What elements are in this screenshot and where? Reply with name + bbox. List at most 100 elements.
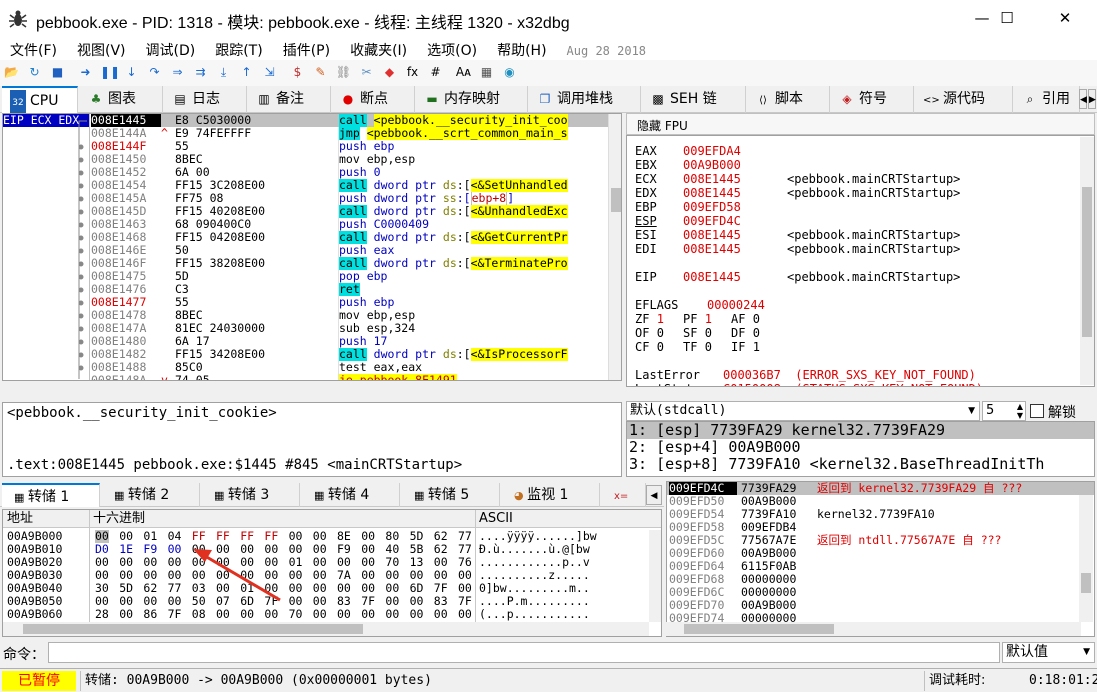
flag[interactable]: OF 0 xyxy=(635,326,683,340)
unlock-checkbox[interactable] xyxy=(1030,404,1044,418)
close-button[interactable]: ✕ xyxy=(1040,0,1090,38)
register-row[interactable]: EDX 008E1445 <pebbook.mainCRTStartup> xyxy=(635,186,1094,200)
tab-cpu[interactable]: 32 CPU xyxy=(2,86,78,117)
hex-dump-view[interactable]: 地址 十六进制 ASCII 00A9B000 00 00 01 04 FF FF FF FF 00… xyxy=(2,509,662,637)
disasm-row[interactable]: 008E1445 E8 C5030000 call <pebbook.__secur… xyxy=(91,114,609,127)
pause-icon[interactable]: ❚❚ xyxy=(100,64,120,81)
register-value[interactable]: 000036B7 (ERROR_SXS_KEY_NOT_FOUND) xyxy=(723,368,976,382)
tab-scroll-right-icon[interactable]: ▶ xyxy=(1088,89,1096,109)
stack-vscrollbar[interactable] xyxy=(1079,495,1093,622)
register-value[interactable]: C0150008 (STATUS_SXS_KEY_NOT_FOUND) xyxy=(723,382,983,386)
tab-scroll-left-icon[interactable]: ◀ xyxy=(1079,89,1087,109)
patch-icon[interactable]: ✎ xyxy=(312,64,329,81)
function-icon[interactable]: fx xyxy=(404,64,421,81)
comment-icon[interactable]: ✂ xyxy=(358,64,375,81)
register-value[interactable]: 008E1445 xyxy=(683,242,787,256)
disasm-row[interactable]: 008E147A 81EC 24030000 sub esp,324 xyxy=(91,322,609,335)
step-over-icon[interactable]: ↷ xyxy=(146,64,163,81)
registers-view[interactable]: EAX 009EFDA4 EBX 00A9B000 ECX 008E1445 <pebboo… xyxy=(626,135,1095,387)
flag[interactable]: TF 0 xyxy=(683,340,731,354)
register-row[interactable]: ESI 008E1445 <pebbook.mainCRTStartup> xyxy=(635,228,1094,242)
tab-call-stack[interactable]: ❐ 调用堆栈 xyxy=(529,86,641,113)
hide-fpu-button[interactable]: 隐藏 FPU xyxy=(637,117,688,134)
disasm-row[interactable]: 008E1488 85C0 test eax,eax xyxy=(91,361,609,374)
register-value[interactable]: 00000244 xyxy=(707,298,765,312)
register-value[interactable]: 009EFD58 xyxy=(683,200,787,214)
stop-icon[interactable]: ■ xyxy=(49,64,66,81)
register-value[interactable]: 00A9B000 xyxy=(683,158,787,172)
register-row[interactable]: ECX 008E1445 <pebbook.mainCRTStartup> xyxy=(635,172,1094,186)
tab-symbols[interactable]: ◈ 符号 xyxy=(831,86,914,113)
hash-icon[interactable]: # xyxy=(427,64,444,81)
register-row[interactable]: EAX 009EFDA4 xyxy=(635,144,1094,158)
scroll-thumb[interactable] xyxy=(684,624,834,634)
arguments-view[interactable]: 1: [esp] 7739FA29 kernel32.7739FA29 2: [… xyxy=(626,421,1095,477)
register-value[interactable]: 009EFD4C xyxy=(683,214,787,228)
register-value[interactable]: 008E1445 xyxy=(683,228,787,242)
tab-breakpoints[interactable]: ● 断点 xyxy=(332,86,415,113)
flag[interactable]: CF 0 xyxy=(635,340,683,354)
animate-icon[interactable]: ⇲ xyxy=(261,64,278,81)
disassembly-view[interactable]: EIP ECX EDX 008E1445 E8 C5030000 call <peb… xyxy=(2,113,622,381)
disasm-row[interactable]: 008E1478 8BEC mov ebp,esp xyxy=(91,309,609,322)
callconv-select[interactable]: 默认(stdcall) ▼ xyxy=(626,401,980,421)
menu-view[interactable]: 视图(V) xyxy=(67,38,126,60)
disasm-row[interactable]: 008E1452 6A 00 push 0 xyxy=(91,166,609,179)
stack-row[interactable]: 009EFD5C 77567A7E 返回到 ntdll.77567A7E 自 ??? xyxy=(667,534,1094,547)
tab-watch-1[interactable]: ◕ 监视 1 xyxy=(502,483,600,507)
calculator-icon[interactable]: ▦ xyxy=(478,64,495,81)
trace-over-icon[interactable]: ⇉ xyxy=(192,64,209,81)
trace-into-icon[interactable]: ⇒ xyxy=(169,64,186,81)
disasm-row[interactable]: 008E146F FF15 38208E00 call dword ptr ds:[… xyxy=(91,257,609,270)
disasm-scrollbar[interactable] xyxy=(608,114,621,380)
disasm-row[interactable]: 008E1468 FF15 04208E00 call dword ptr ds:[… xyxy=(91,231,609,244)
maximize-button[interactable]: ☐ xyxy=(984,0,1030,38)
stack-row[interactable]: 009EFD54 7739FA10 kernel32.7739FA10 xyxy=(667,508,1094,521)
step-into-icon[interactable]: ↓ xyxy=(123,64,140,81)
menu-trace[interactable]: 跟踪(T) xyxy=(205,38,262,60)
arg-row[interactable]: 2: [esp+4] 00A9B000 xyxy=(627,439,1094,456)
disasm-row[interactable]: 008E1480 6A 17 push 17 xyxy=(91,335,609,348)
stack-hscrollbar[interactable] xyxy=(666,622,1081,636)
register-value[interactable]: 008E1445 xyxy=(683,172,787,186)
run-to-user-code-icon[interactable]: ↑ xyxy=(238,64,255,81)
menu-plugins[interactable]: 插件(P) xyxy=(273,38,330,60)
scroll-thumb[interactable] xyxy=(1082,187,1092,337)
script-icon[interactable]: $ xyxy=(289,64,306,81)
flag[interactable]: AF 0 xyxy=(731,312,779,326)
tab-log[interactable]: ▤ 日志 xyxy=(164,86,247,113)
disasm-row[interactable]: 008E1476 C3 ret xyxy=(91,283,609,296)
arg-row[interactable]: 1: [esp] 7739FA29 kernel32.7739FA29 xyxy=(627,422,1094,439)
register-row[interactable]: EBX 00A9B000 xyxy=(635,158,1094,172)
stack-view[interactable]: 009EFD4C 7739FA29 返回到 kernel32.7739FA29 自 … xyxy=(666,481,1095,637)
stack-row[interactable]: 009EFD70 00A9B000 xyxy=(667,599,1094,612)
tab-dump-3[interactable]: ▦ 转储 3 xyxy=(202,483,300,507)
tab-source[interactable]: <> 源代码 xyxy=(915,86,1013,113)
stack-row[interactable]: 009EFD64 6115F0AB xyxy=(667,560,1094,573)
stack-row[interactable]: 009EFD4C 7739FA29 返回到 kernel32.7739FA29 自 … xyxy=(667,482,1094,495)
register-row[interactable]: ESP 009EFD4C xyxy=(635,214,1094,228)
open-folder-icon[interactable]: 📂 xyxy=(3,64,20,81)
disasm-row[interactable]: 008E1450 8BEC mov ebp,esp xyxy=(91,153,609,166)
tab-references[interactable]: ⌕ 引用 xyxy=(1014,86,1080,113)
tab-dump-4[interactable]: ▦ 转储 4 xyxy=(302,483,400,507)
disasm-row[interactable]: 008E1482 FF15 34208E00 call dword ptr ds:[… xyxy=(91,348,609,361)
command-mode-select[interactable]: 默认值 ▼ xyxy=(1002,642,1095,663)
register-value[interactable]: 008E1445 xyxy=(683,270,787,284)
menu-options[interactable]: 选项(O) xyxy=(417,38,477,60)
disasm-row[interactable]: 008E148A v 74 05 je pebbook.8E1491 xyxy=(91,374,609,380)
link-icon[interactable]: ⛓ xyxy=(335,64,352,81)
eflags-row[interactable]: EFLAGS 00000244 xyxy=(635,298,1094,312)
stack-row[interactable]: 009EFD60 00A9B000 xyxy=(667,547,1094,560)
tab-dump-2[interactable]: ▦ 转储 2 xyxy=(102,483,200,507)
arg-row[interactable]: 3: [esp+8] 7739FA10 <kernel32.BaseThread… xyxy=(627,456,1094,473)
command-input[interactable] xyxy=(48,642,1000,663)
flag[interactable]: DF 0 xyxy=(731,326,779,340)
register-row[interactable]: EIP 008E1445 <pebbook.mainCRTStartup> xyxy=(635,270,1094,284)
flag[interactable]: ZF 1 xyxy=(635,312,683,326)
register-value[interactable]: 008E1445 xyxy=(683,186,787,200)
menu-help[interactable]: 帮助(H) xyxy=(487,38,546,60)
tab-seh[interactable]: ▩ SEH 链 xyxy=(642,86,746,113)
register-value[interactable]: 009EFDA4 xyxy=(683,144,787,158)
tab-scroll-left-icon[interactable]: ◀ xyxy=(646,485,662,505)
